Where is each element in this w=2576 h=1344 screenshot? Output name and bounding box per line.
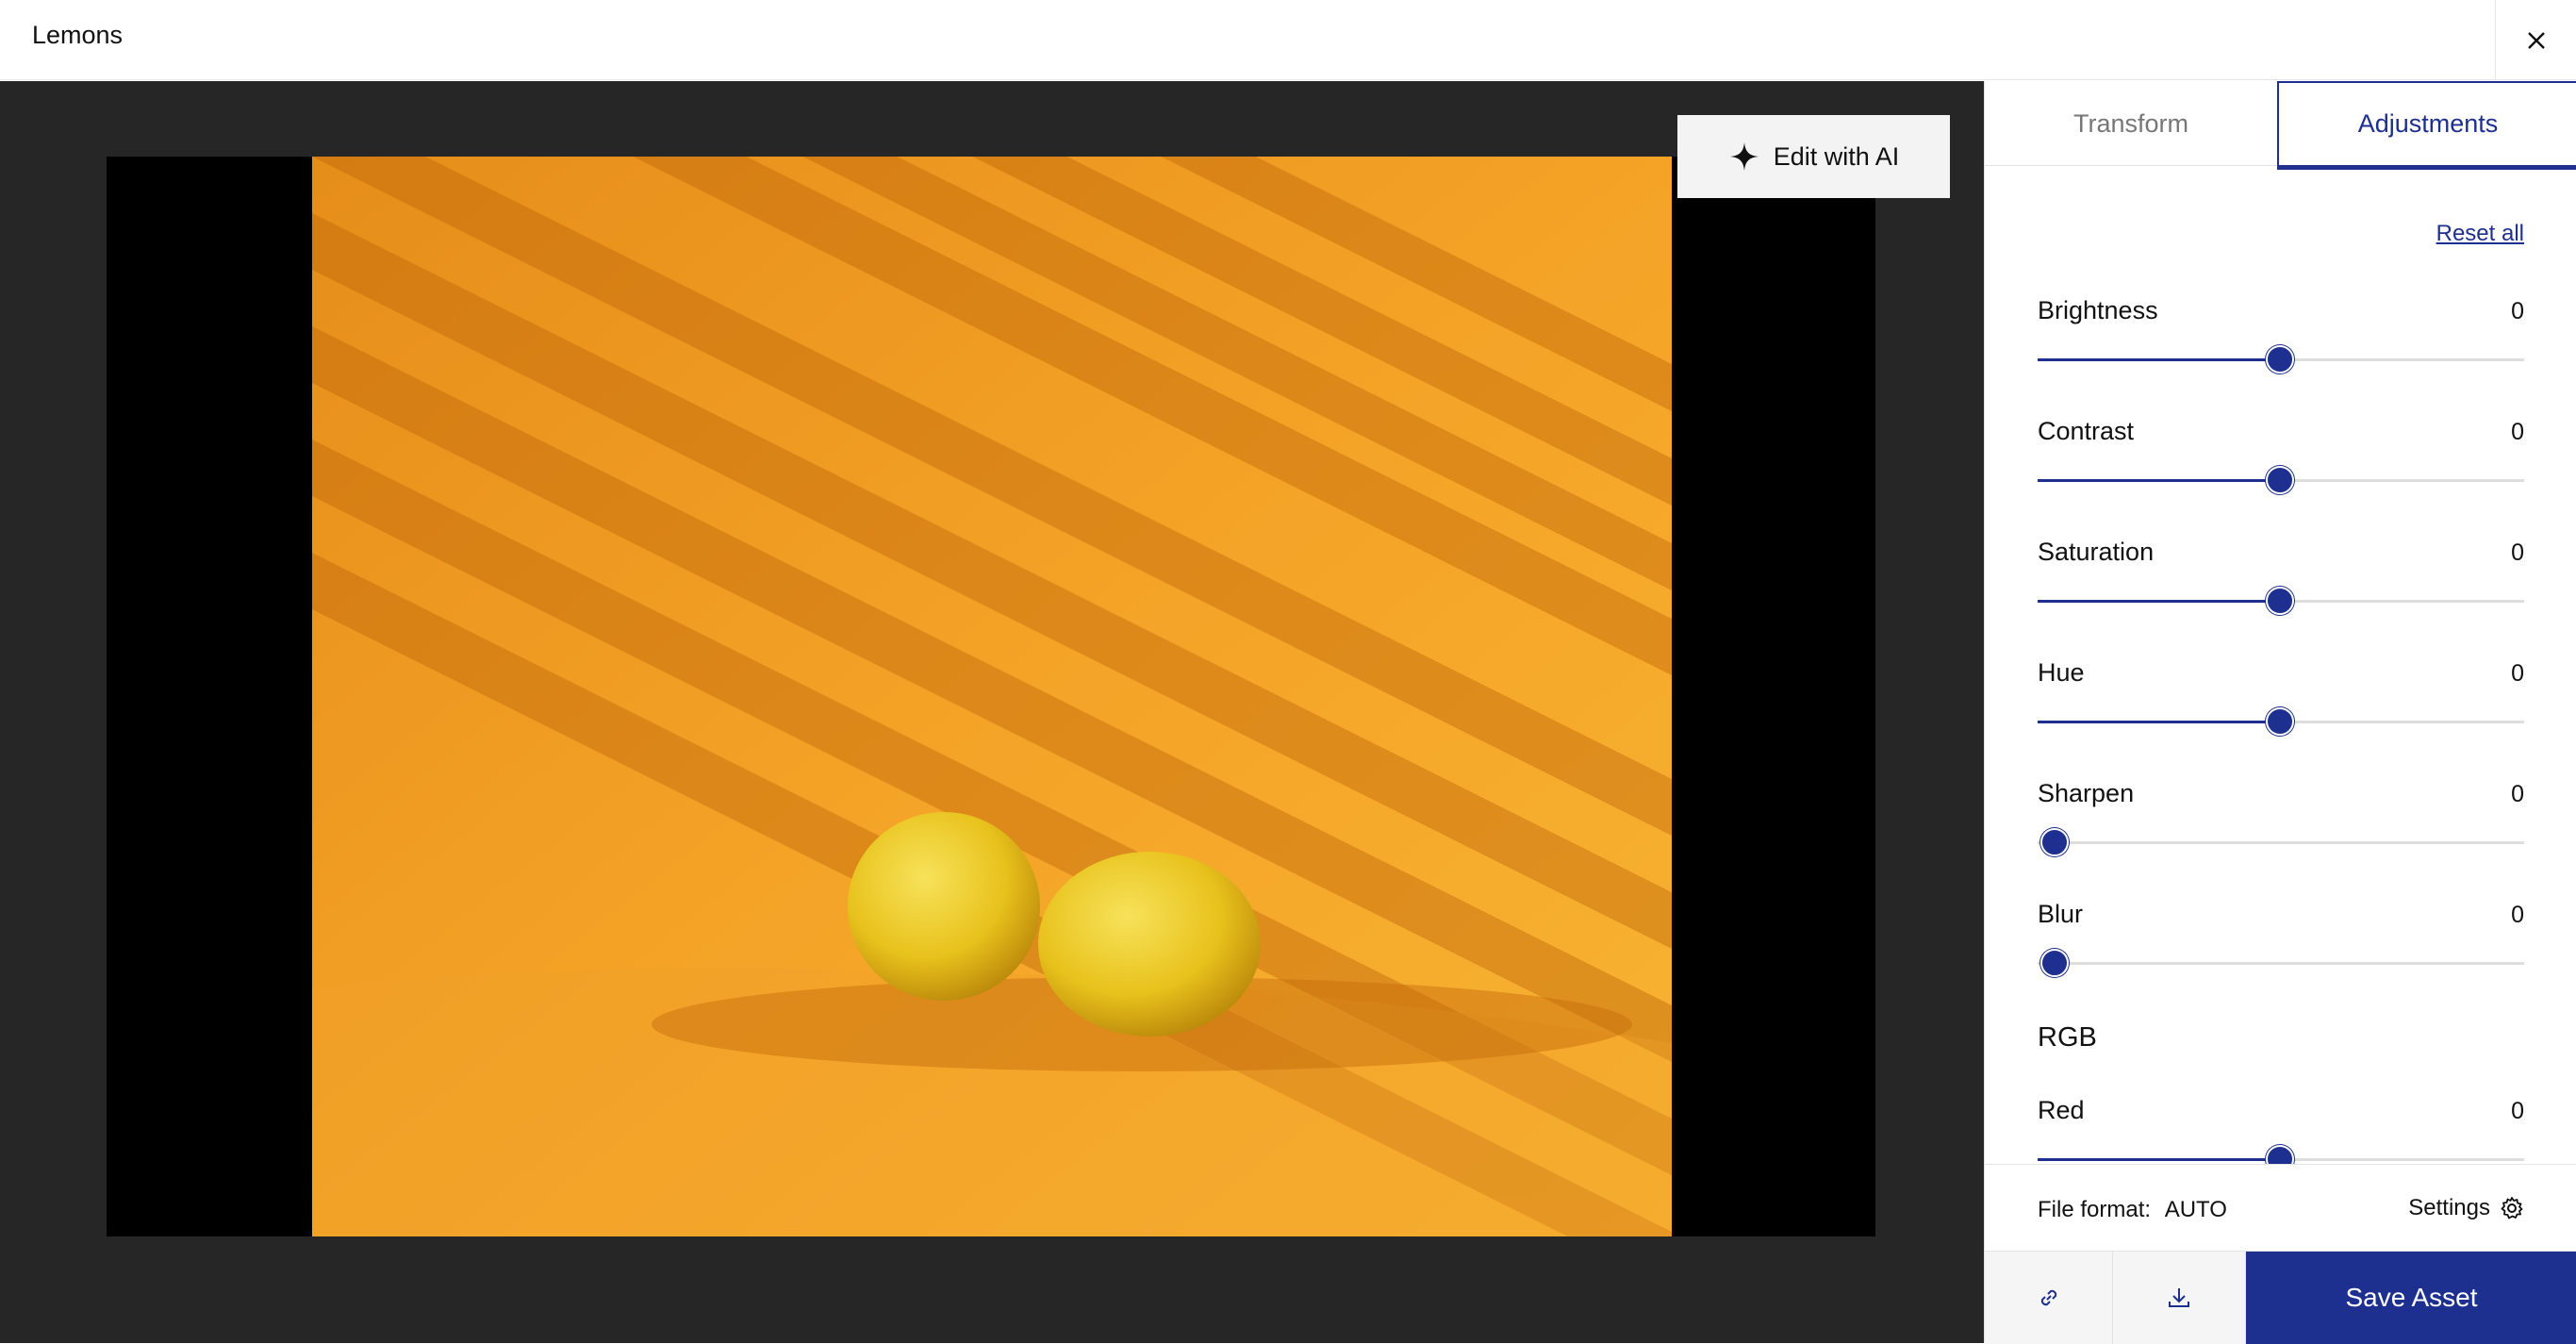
slider-fill [2038,1158,2280,1161]
adjustments-panel: Transform Adjustments Reset all Brightne… [1984,81,2576,1344]
slider-thumb[interactable] [2266,1145,2294,1164]
slider-fill [2038,600,2280,603]
slider-label: Red [2038,1096,2085,1124]
action-bar: Save Asset [1985,1251,2576,1344]
page-title: Lemons [32,21,124,49]
photo-illustration [312,157,1672,1236]
slider-thumb[interactable] [2266,466,2294,494]
top-bar: Lemons [0,0,2576,80]
slider-value: 0 [2511,781,2524,807]
red-slider[interactable] [2038,1145,2524,1164]
saturation-slider-group: Saturation 0 [2038,538,2524,641]
download-icon [2169,1288,2189,1307]
contrast-slider[interactable] [2038,466,2524,494]
saturation-slider[interactable] [2038,587,2524,615]
blur-slider-group: Blur 0 [2038,900,2524,1004]
slider-value: 0 [2511,419,2524,445]
sharpen-slider-group: Sharpen 0 [2038,779,2524,883]
file-format-label: File format: [2038,1197,2152,1222]
slider-label: Sharpen [2038,779,2135,807]
edit-with-ai-label: Edit with AI [1773,141,1900,171]
slider-thumb[interactable] [2040,949,2069,977]
slider-value: 0 [2511,539,2524,566]
copy-link-button[interactable] [1985,1252,2113,1344]
slider-label: Brightness [2038,296,2158,324]
slider-thumb[interactable] [2266,345,2294,373]
slider-label: Blur [2038,900,2084,928]
contrast-slider-group: Contrast 0 [2038,417,2524,521]
link-icon [2040,1289,2056,1306]
slider-thumb[interactable] [2266,707,2294,736]
hue-slider[interactable] [2038,707,2524,736]
file-format-row: File format: AUTO Settings [1985,1164,2576,1262]
slider-value: 0 [2511,660,2524,687]
slider-label: Saturation [2038,538,2155,566]
hue-slider-group: Hue 0 [2038,658,2524,762]
image-letterbox [107,157,1875,1236]
settings-label: Settings [2408,1195,2490,1220]
brightness-slider-group: Brightness 0 [2038,296,2524,400]
download-button[interactable] [2113,1252,2246,1344]
red-slider-group: Red 0 [2038,1096,2524,1164]
slider-label: Hue [2038,658,2085,687]
file-format-value: AUTO [2164,1197,2227,1222]
save-asset-button[interactable]: Save Asset [2246,1252,2576,1344]
slider-fill [2038,721,2280,723]
slider-label: Contrast [2038,417,2135,445]
reset-all-link[interactable]: Reset all [2436,221,2524,247]
sparkle-icon [1729,142,1759,171]
slider-value: 0 [2511,902,2524,928]
brightness-slider[interactable] [2038,345,2524,373]
tab-transform[interactable]: Transform [1985,81,2277,166]
close-icon [2527,31,2545,49]
tab-adjustments[interactable]: Adjustments [2277,81,2576,170]
rgb-heading: RGB [2038,1022,2097,1053]
settings-button[interactable]: Settings [2408,1195,2524,1221]
file-format: File format: AUTO [2038,1197,2227,1223]
panel-tabs: Transform Adjustments [1985,81,2576,170]
gear-icon [2501,1197,2523,1220]
slider-fill [2038,479,2280,482]
slider-value: 0 [2511,1098,2524,1124]
sharpen-slider[interactable] [2038,828,2524,856]
slider-fill [2038,358,2280,361]
image-canvas: Edit with AI [0,81,1984,1343]
slider-thumb[interactable] [2266,587,2294,615]
slider-value: 0 [2511,298,2524,324]
slider-thumb[interactable] [2040,828,2069,856]
photo-preview [312,157,1672,1236]
close-button[interactable] [2495,0,2576,80]
edit-with-ai-button[interactable]: Edit with AI [1677,115,1950,198]
blur-slider[interactable] [2038,949,2524,977]
